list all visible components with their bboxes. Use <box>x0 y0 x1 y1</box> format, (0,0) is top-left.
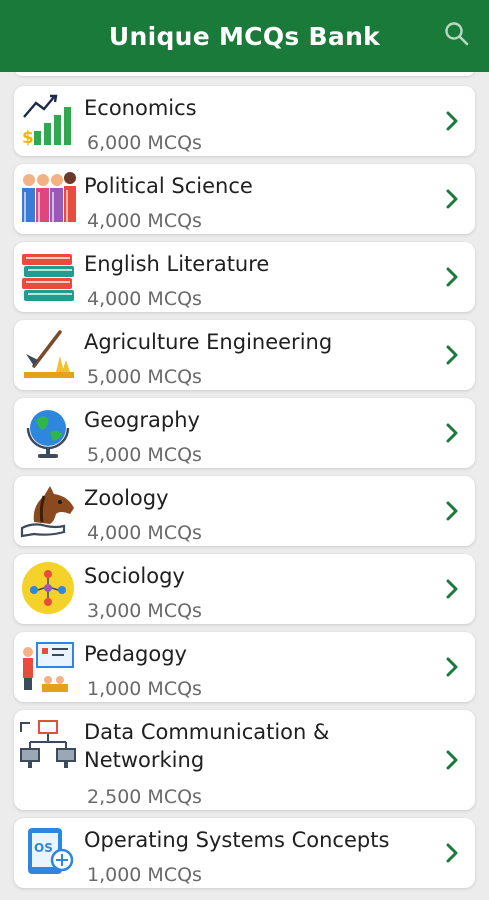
subject-card-geography[interactable]: Geography 5,000 MCQs <box>14 398 475 468</box>
subject-count: 6,000 MCQs <box>87 132 202 154</box>
chevron-right-icon[interactable] <box>443 187 461 211</box>
chevron-right-icon[interactable] <box>443 577 461 601</box>
economics-chart-icon: $ <box>22 94 71 148</box>
books-stack-icon <box>22 254 74 301</box>
subject-title: Sociology <box>84 564 185 588</box>
subject-title: Data Communication & Networking <box>84 720 330 772</box>
subject-title: Economics <box>84 96 197 120</box>
subject-title: Political Science <box>84 174 253 198</box>
subject-title: Pedagogy <box>84 642 187 666</box>
chevron-right-icon[interactable] <box>443 109 461 133</box>
svg-text:$: $ <box>22 128 34 148</box>
subject-card-zoology[interactable]: Zoology 4,000 MCQs <box>14 476 475 546</box>
list-item-partial[interactable] <box>14 72 475 76</box>
svg-text:OS: OS <box>34 841 53 855</box>
subject-count: 1,000 MCQs <box>87 678 202 700</box>
subject-count: 5,000 MCQs <box>87 366 202 388</box>
subject-card-economics[interactable]: $ Economics 6,000 MCQs <box>14 86 475 156</box>
subject-title: Agriculture Engineering <box>84 330 333 354</box>
chevron-right-icon[interactable] <box>443 343 461 367</box>
teacher-board-icon <box>23 642 74 692</box>
chevron-right-icon[interactable] <box>443 499 461 523</box>
search-icon <box>445 22 469 46</box>
subject-card-data-communication-networking[interactable]: Data Communication & Networking 2,500 MC… <box>14 710 475 810</box>
subject-count: 4,000 MCQs <box>87 210 202 232</box>
search-button[interactable] <box>443 20 471 48</box>
subject-card-sociology[interactable]: Sociology 3,000 MCQs <box>14 554 475 624</box>
subject-card-operating-systems-concepts[interactable]: OS Operating Systems Concepts 1,000 MCQs <box>14 818 475 888</box>
subject-count: 2,500 MCQs <box>87 786 202 808</box>
horse-head-icon <box>20 486 74 538</box>
computer-network-icon <box>20 720 76 768</box>
chevron-right-icon[interactable] <box>443 841 461 865</box>
chevron-right-icon[interactable] <box>443 655 461 679</box>
subject-count: 3,000 MCQs <box>87 600 202 622</box>
subject-card-pedagogy[interactable]: Pedagogy 1,000 MCQs <box>14 632 475 702</box>
os-device-icon: OS <box>28 828 74 874</box>
app-title: Unique MCQs Bank <box>108 21 381 51</box>
political-science-people-icon <box>22 172 76 222</box>
globe-icon <box>26 410 70 458</box>
subject-list: $ Economics 6,000 MCQs Political Science… <box>0 72 489 900</box>
subject-count: 1,000 MCQs <box>87 864 202 886</box>
chevron-right-icon[interactable] <box>443 265 461 289</box>
subject-count: 4,000 MCQs <box>87 522 202 544</box>
subject-card-agriculture-engineering[interactable]: Agriculture Engineering 5,000 MCQs <box>14 320 475 390</box>
subject-card-english-literature[interactable]: English Literature 4,000 MCQs <box>14 242 475 312</box>
people-network-icon <box>22 562 74 614</box>
subject-title: Operating Systems Concepts <box>84 828 390 852</box>
subject-card-political-science[interactable]: Political Science 4,000 MCQs <box>14 164 475 234</box>
subject-title: Zoology <box>84 486 169 510</box>
subject-title: English Literature <box>84 252 270 276</box>
subject-title: Geography <box>84 408 200 432</box>
subject-count: 4,000 MCQs <box>87 288 202 310</box>
app-bar: Unique MCQs Bank <box>0 0 489 72</box>
subject-count: 5,000 MCQs <box>87 444 202 466</box>
chevron-right-icon[interactable] <box>443 421 461 445</box>
agriculture-tool-icon <box>24 330 74 378</box>
chevron-right-icon[interactable] <box>443 748 461 772</box>
